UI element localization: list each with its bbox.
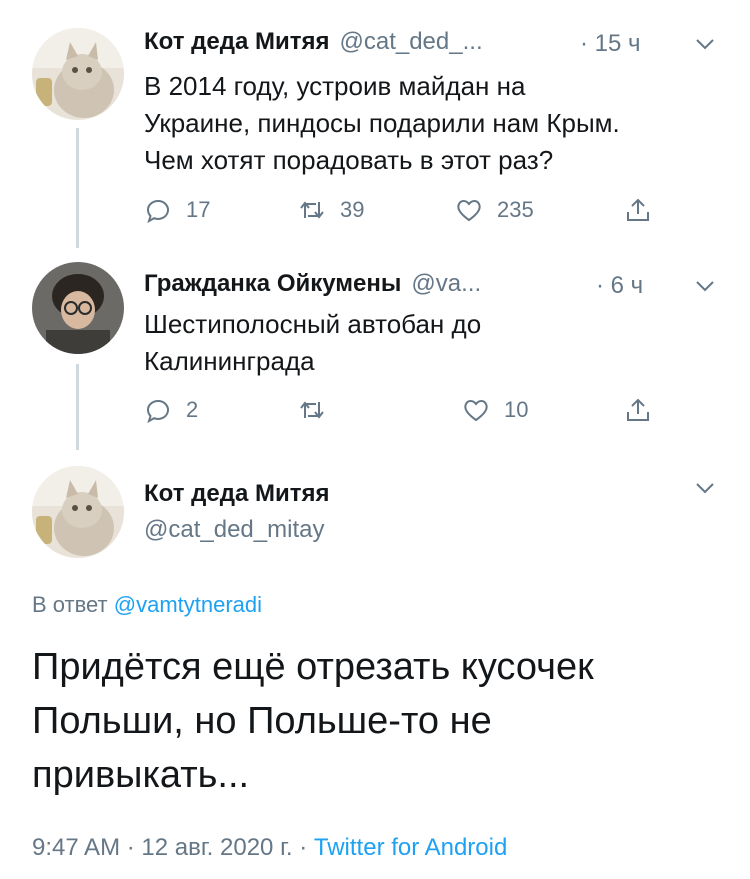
- reply-icon: [146, 399, 169, 424]
- retweet-button[interactable]: 39: [298, 196, 364, 224]
- tweet-author-handle[interactable]: @va...: [411, 270, 481, 298]
- reply-count: 17: [186, 197, 211, 222]
- cat-avatar-image: [32, 28, 124, 120]
- tweet-metadata: 9:47 AM · 12 авг. 2020 г. · Twitter for …: [32, 834, 507, 862]
- reply-context: В ответ @vamtytneradi: [32, 592, 262, 618]
- cat-avatar-image: [32, 466, 124, 558]
- retweet-count: 39: [340, 197, 365, 222]
- reply-count: 2: [186, 397, 199, 422]
- avatar-cat[interactable]: [32, 466, 124, 558]
- tweet-author-name[interactable]: Гражданка Ойкумены: [144, 270, 401, 298]
- main-author-name[interactable]: Кот деда Митяя: [144, 480, 329, 508]
- share-icon: [627, 198, 649, 221]
- thread-line: [76, 128, 79, 248]
- share-button[interactable]: [624, 196, 652, 224]
- thread-line: [76, 364, 79, 450]
- like-button[interactable]: 235: [455, 196, 534, 224]
- tweet-text-line: Чем хотят порадовать в этот раз?: [144, 145, 554, 175]
- like-count: 235: [497, 197, 534, 222]
- tweet-time[interactable]: · 15 ч: [580, 30, 641, 58]
- chevron-down-icon[interactable]: [695, 37, 715, 51]
- avatar-cat[interactable]: [32, 28, 124, 120]
- main-text-line: Придётся ещё отрезать кусочек: [32, 646, 594, 688]
- heart-icon: [457, 200, 481, 222]
- avatar-woman[interactable]: [32, 262, 124, 354]
- share-icon: [627, 398, 649, 421]
- retweet-icon: [300, 401, 324, 419]
- reply-mention-link[interactable]: @vamtytneradi: [114, 592, 262, 617]
- main-text-line: привыкать...: [32, 754, 250, 796]
- like-button[interactable]: 10: [462, 396, 528, 424]
- tweet-text-line: Украине, пиндосы подарили нам Крым.: [144, 108, 620, 138]
- tweet-author-handle[interactable]: @cat_ded_...: [339, 28, 482, 56]
- retweet-icon: [300, 201, 324, 219]
- retweet-button[interactable]: [298, 396, 326, 424]
- reply-button[interactable]: 2: [144, 396, 198, 424]
- tweet-time[interactable]: · 6 ч: [596, 272, 643, 300]
- reply-icon: [146, 199, 169, 224]
- tweet-author-name[interactable]: Кот деда Митяя: [144, 28, 329, 56]
- like-count: 10: [504, 397, 529, 422]
- reply-prefix: В ответ: [32, 592, 108, 617]
- share-button[interactable]: [624, 396, 652, 424]
- main-tweet-text: Придётся ещё отрезать кусочек Польши, но…: [32, 640, 732, 802]
- tweet-timestamp[interactable]: 9:47 AM · 12 авг. 2020 г. ·: [32, 834, 307, 861]
- main-author-handle[interactable]: @cat_ded_mitay: [144, 516, 324, 544]
- woman-avatar-image: [32, 262, 124, 354]
- tweet-text-line: Калининграда: [144, 346, 315, 376]
- tweet-text-line: Шестиполосный автобан до: [144, 309, 482, 339]
- chevron-down-icon[interactable]: [695, 481, 715, 495]
- reply-button[interactable]: 17: [144, 196, 210, 224]
- tweet-text-line: В 2014 году, устроив майдан на: [144, 71, 526, 101]
- chevron-down-icon[interactable]: [695, 279, 715, 293]
- main-text-line: Польши, но Польше-то не: [32, 700, 492, 742]
- tweet-source-link[interactable]: Twitter for Android: [314, 834, 507, 861]
- heart-icon: [464, 400, 488, 422]
